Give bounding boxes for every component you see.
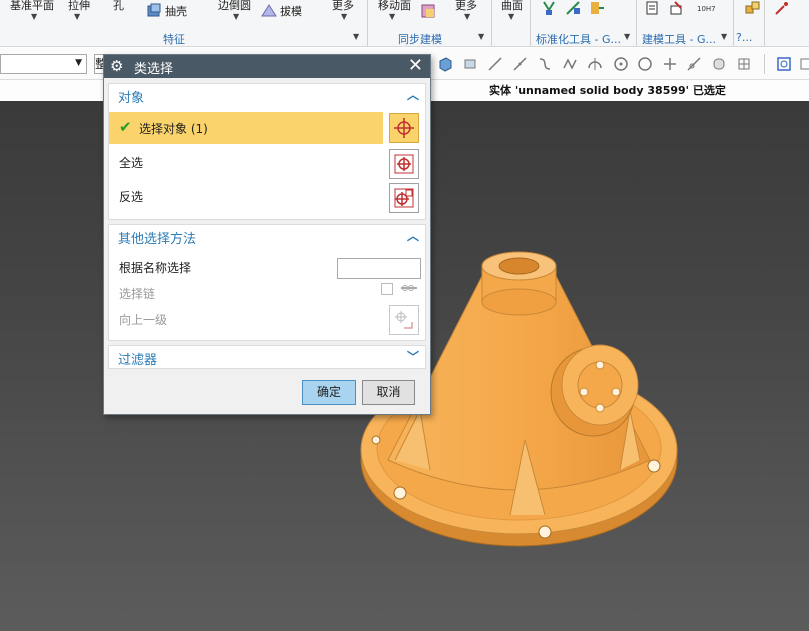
face-icon[interactable]	[462, 56, 478, 72]
objects-section-header[interactable]: 对象 ︿	[109, 84, 425, 106]
gc-model-tool-icon[interactable]	[669, 0, 685, 16]
objects-section: 对象 ︿ ✔ 选择对象 (1) 全选 反选	[108, 83, 426, 220]
other-methods-section-header[interactable]: 其他选择方法 ︿	[109, 225, 425, 247]
gc-tool-icon[interactable]	[565, 0, 581, 16]
select-objects-label: 选择对象 (1)	[139, 122, 208, 136]
invert-selection-button[interactable]	[389, 183, 419, 213]
chevron-up-icon[interactable]: ︿	[407, 86, 419, 103]
shell-icon[interactable]	[146, 2, 162, 18]
cancel-button[interactable]: 取消	[362, 380, 415, 405]
checkmark-icon: ✔	[119, 118, 132, 136]
ribbon-draft[interactable]: 拔模	[280, 3, 302, 19]
ribbon-separator	[764, 0, 765, 46]
assembly-icon[interactable]	[744, 0, 760, 16]
arc-icon[interactable]	[587, 56, 603, 72]
close-button[interactable]: ✕	[408, 55, 423, 77]
select-chain-label: 选择链	[119, 287, 156, 301]
up-one-level-row: 向上一级	[109, 303, 425, 335]
invert-selection-row[interactable]: 反选	[109, 180, 425, 212]
grid-icon[interactable]	[736, 56, 752, 72]
group-gc-modeling-tools: 建模工具 - G...	[642, 33, 716, 46]
chevron-down-icon[interactable]: ▼	[74, 12, 80, 21]
chevron-down-icon[interactable]: ▼	[624, 32, 630, 41]
group-gc-standard-tools: 标准化工具 - G...	[536, 33, 621, 46]
chevron-down-icon[interactable]: ▼	[389, 12, 395, 21]
invert-selection-icon	[394, 188, 414, 208]
crosshair-icon	[394, 118, 414, 138]
chevron-down-icon[interactable]: ▼	[75, 58, 82, 68]
select-all-icon	[394, 154, 414, 174]
quadrant-point-icon[interactable]	[637, 56, 653, 72]
ribbon-separator	[530, 0, 531, 46]
gc-model-tool-icon[interactable]	[645, 0, 661, 16]
draft-icon[interactable]	[261, 3, 277, 17]
gc-tool-icon[interactable]	[589, 0, 605, 16]
offset-region-icon[interactable]	[420, 3, 436, 19]
ribbon-hole[interactable]: 孔	[113, 0, 124, 13]
tolerance-label[interactable]: 10H7	[697, 5, 716, 13]
circle-center-icon[interactable]	[613, 56, 629, 72]
spline-icon[interactable]	[562, 56, 578, 72]
select-objects-button[interactable]	[389, 113, 419, 143]
select-all-label: 全选	[119, 156, 144, 170]
up-one-level-label: 向上一级	[119, 313, 168, 327]
select-by-name-input[interactable]	[337, 258, 421, 279]
ribbon-separator	[491, 0, 492, 46]
chevron-down-icon[interactable]: ▼	[233, 12, 239, 21]
select-all-row[interactable]: 全选	[109, 146, 425, 178]
curve-icon[interactable]	[537, 56, 553, 72]
chevron-down-icon[interactable]: ▼	[353, 32, 359, 41]
chevron-down-icon[interactable]: ﹀	[407, 348, 419, 365]
point-icon[interactable]	[662, 56, 678, 72]
surface-point-icon[interactable]	[711, 56, 727, 72]
filter-section-title: 过滤器	[118, 353, 158, 368]
chevron-down-icon[interactable]: ▼	[721, 32, 727, 41]
other-methods-section: 其他选择方法 ︿ 根据名称选择 选择链 向上一级	[108, 224, 426, 341]
chevron-down-icon[interactable]: ▼	[31, 12, 37, 21]
up-one-level-button[interactable]	[389, 305, 419, 335]
chevron-up-icon[interactable]: ︿	[407, 227, 419, 244]
view-fit-icon[interactable]	[776, 56, 792, 72]
invert-selection-label: 反选	[119, 190, 144, 204]
gc-tool-icon[interactable]	[541, 0, 557, 16]
dialog-title-bar[interactable]: ⚙ 类选择 ✕	[104, 55, 430, 78]
solid-body-icon[interactable]	[437, 56, 453, 72]
ribbon-separator	[636, 0, 637, 46]
ok-button[interactable]: 确定	[302, 380, 356, 405]
chevron-down-icon[interactable]: ▼	[508, 12, 514, 21]
select-by-name-label: 根据名称选择	[119, 261, 192, 275]
view-icon[interactable]	[799, 56, 809, 72]
toolbar-separator	[764, 54, 765, 74]
other-methods-section-title: 其他选择方法	[118, 232, 197, 247]
line-icon[interactable]	[487, 56, 503, 72]
ribbon: 基准平面 ▼ 拉伸 ▼ 孔 抽壳 边倒圆 ▼ 拔模 更多 ▼ 特征 ▼ 移动面 …	[0, 0, 809, 47]
type-filter-dropdown[interactable]: ▼	[0, 54, 87, 74]
tool-icon[interactable]	[774, 0, 790, 16]
ribbon-separator	[367, 0, 368, 46]
filter-section-header[interactable]: 过滤器 ﹀	[109, 346, 425, 368]
tangent-icon[interactable]	[686, 56, 702, 72]
edge-icon[interactable]	[512, 56, 528, 72]
group-more: ?...	[736, 31, 753, 44]
objects-section-title: 对象	[118, 91, 145, 106]
ribbon-shell[interactable]: 抽壳	[165, 3, 187, 19]
chevron-down-icon[interactable]: ▼	[341, 12, 347, 21]
chevron-down-icon[interactable]: ▼	[478, 32, 484, 41]
group-feature: 特征	[163, 33, 185, 46]
up-level-icon	[395, 311, 413, 329]
filter-section: 过滤器 ﹀	[108, 345, 426, 369]
chevron-down-icon[interactable]: ▼	[464, 12, 470, 21]
gear-icon: ⚙	[110, 57, 124, 75]
chain-icon	[401, 285, 417, 291]
selection-status-message: 实体 'unnamed solid body 38599' 已选定	[489, 84, 726, 97]
dialog-title: 类选择	[134, 62, 174, 77]
select-chain-checkbox[interactable]	[381, 283, 393, 295]
ribbon-separator	[733, 0, 734, 46]
select-all-button[interactable]	[389, 149, 419, 179]
select-objects-row[interactable]: ✔ 选择对象 (1)	[109, 112, 383, 144]
class-selection-dialog: ⚙ 类选择 ✕ 对象 ︿ ✔ 选择对象 (1) 全选 反选 其他选择方法 ︿ 根…	[103, 54, 431, 415]
group-sync-modeling: 同步建模	[398, 33, 442, 46]
